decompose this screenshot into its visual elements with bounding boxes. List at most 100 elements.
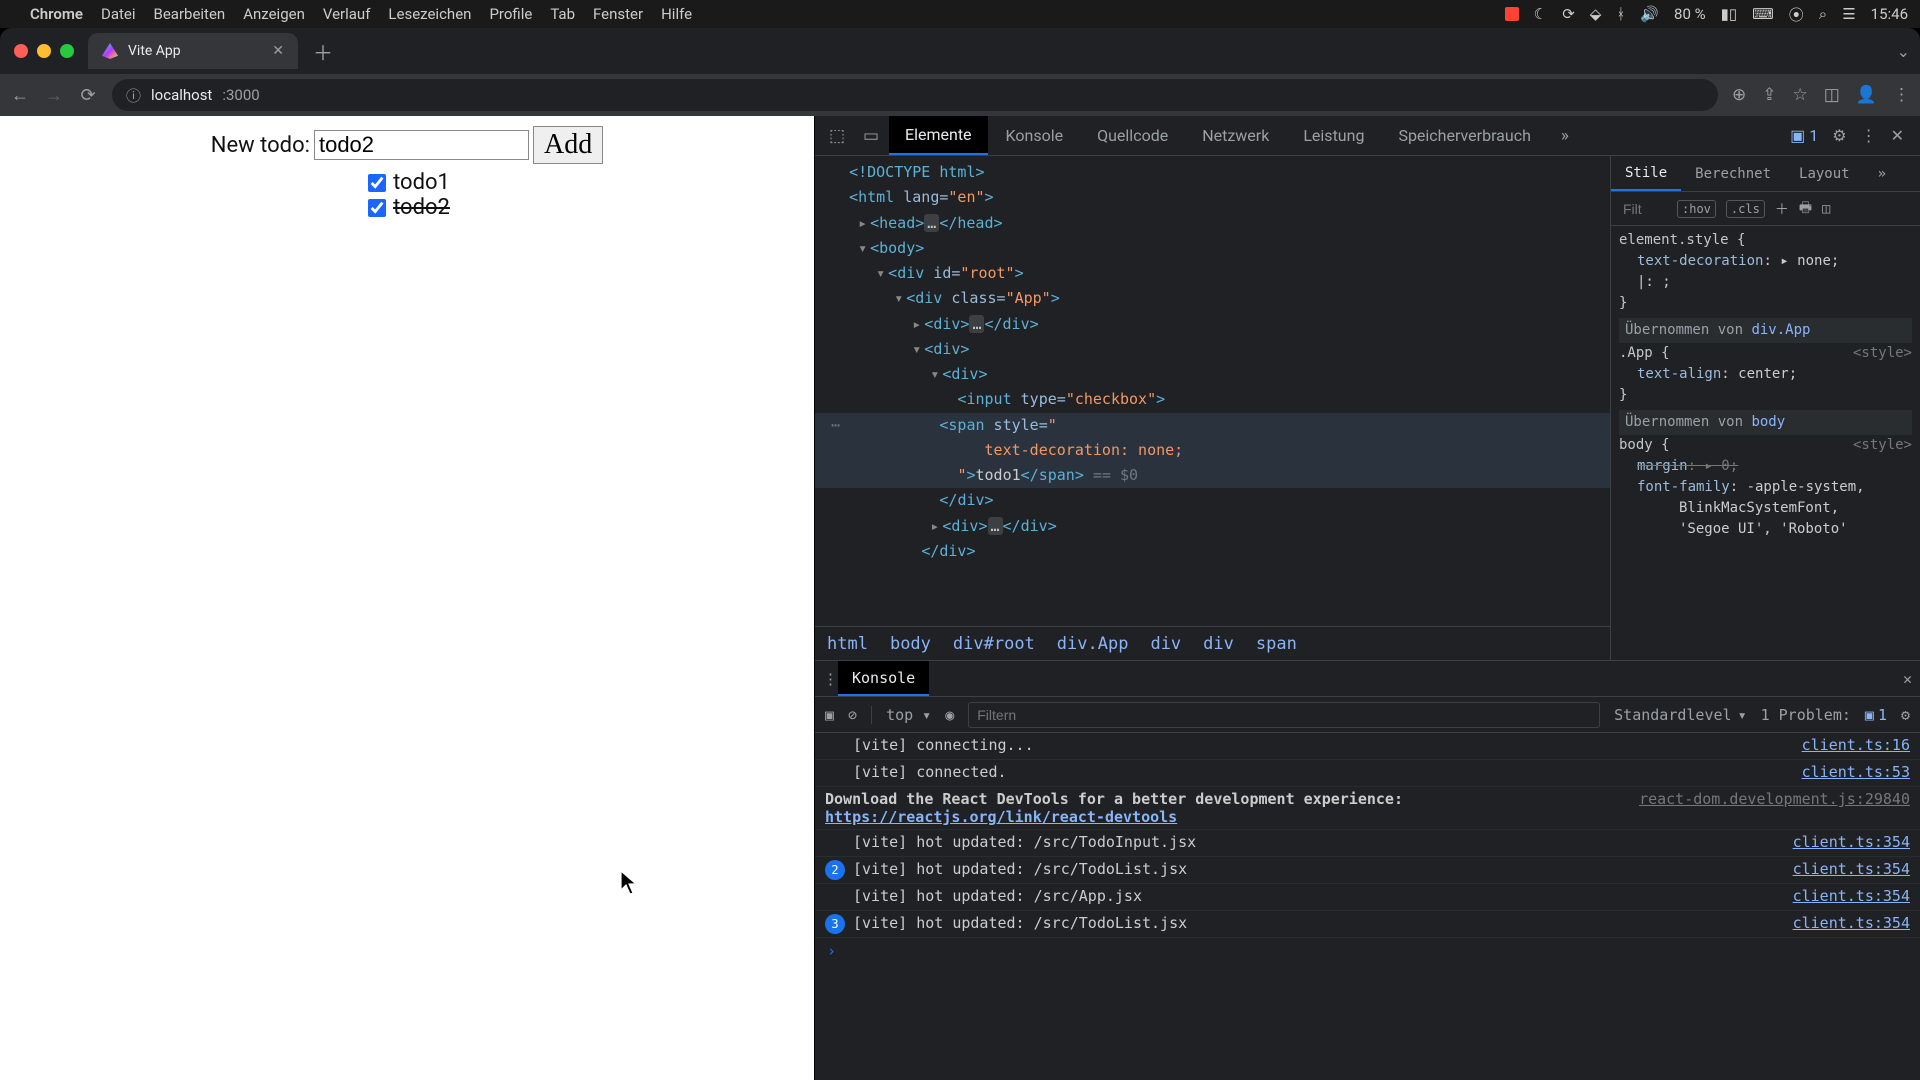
add-button[interactable]: Add <box>533 126 603 164</box>
menu-fenster[interactable]: Fenster <box>593 5 643 23</box>
window-zoom-button[interactable] <box>60 44 74 58</box>
tab-title: Vite App <box>128 43 181 59</box>
drawer-close-icon[interactable]: ✕ <box>1903 670 1912 688</box>
styles-tab-berechnet[interactable]: Berechnet <box>1681 156 1785 191</box>
window-minimize-button[interactable] <box>37 44 51 58</box>
tab-elemente[interactable]: Elemente <box>889 116 988 155</box>
reload-button[interactable]: ⟳ <box>78 85 98 106</box>
console-filter-input[interactable] <box>968 702 1600 728</box>
crumb[interactable]: body <box>890 634 931 654</box>
styles-rules[interactable]: element.style { text-decoration: ▸ none;… <box>1611 226 1920 544</box>
new-style-rule-icon[interactable]: ＋ <box>1775 199 1789 219</box>
tab-quellcode[interactable]: Quellcode <box>1081 116 1184 155</box>
react-devtools-link[interactable]: https://reactjs.org/link/react-devtools <box>825 808 1177 826</box>
console-prompt[interactable]: › <box>815 938 1920 964</box>
new-todo-input[interactable] <box>314 130 529 160</box>
menu-lesezeichen[interactable]: Lesezeichen <box>388 5 471 23</box>
tab-leistung[interactable]: Leistung <box>1287 116 1380 155</box>
print-emulation-icon[interactable]: 🖶 <box>1799 197 1812 221</box>
devtools-menu-icon[interactable]: ⋮ <box>1861 126 1877 145</box>
control-center-icon[interactable]: ☰ <box>1842 5 1855 23</box>
devtools-panel: ⬚ ▭ Elemente Konsole Quellcode Netzwerk … <box>814 116 1920 1080</box>
console-output[interactable]: 0[vite] connecting...client.ts:16 0[vite… <box>815 733 1920 1080</box>
chrome-window: Vite App ✕ ＋ ⌄ ← → ⟳ ⓘ localhost:3000 ⊕ … <box>0 28 1920 1080</box>
address-bar[interactable]: ⓘ localhost:3000 <box>112 79 1718 111</box>
todo-text: todo1 <box>393 170 450 195</box>
tab-konsole[interactable]: Konsole <box>990 116 1080 155</box>
back-button[interactable]: ← <box>10 85 30 106</box>
url-port: :3000 <box>222 86 259 104</box>
battery-icon[interactable]: ▮▯ <box>1721 5 1738 23</box>
window-close-button[interactable] <box>14 44 28 58</box>
device-toggle-icon[interactable]: ▭ <box>855 126 887 146</box>
clear-console-icon[interactable]: ⊘ <box>848 706 857 724</box>
styles-tab-stile[interactable]: Stile <box>1611 156 1681 191</box>
tab-overflow-button[interactable]: ⌄ <box>1897 42 1910 61</box>
browser-tab[interactable]: Vite App ✕ <box>88 33 298 69</box>
drawer-tab-konsole[interactable]: Konsole <box>838 661 929 696</box>
sync-icon[interactable]: ⟳ <box>1562 5 1575 23</box>
console-sidebar-toggle-icon[interactable]: ▣ <box>825 706 834 724</box>
problems-badge[interactable]: ▣ 1 <box>1865 706 1887 724</box>
sidepanel-icon[interactable]: ◫ <box>1824 85 1840 105</box>
tab-close-button[interactable]: ✕ <box>272 43 284 59</box>
site-info-icon[interactable]: ⓘ <box>126 85 141 106</box>
menu-verlauf[interactable]: Verlauf <box>323 5 371 23</box>
tab-speicher[interactable]: Speicherverbrauch <box>1382 116 1546 155</box>
todo-item: todo1 <box>364 170 450 195</box>
volume-icon[interactable]: 🔊 <box>1640 5 1659 23</box>
crumb[interactable]: html <box>827 634 868 654</box>
bluetooth-icon[interactable]: ᚼ <box>1616 5 1625 23</box>
keyboard-icon[interactable]: ⌨ <box>1752 5 1774 23</box>
favicon-icon <box>102 43 118 59</box>
recording-icon[interactable] <box>1505 7 1519 21</box>
menu-anzeigen[interactable]: Anzeigen <box>243 5 305 23</box>
dom-tree[interactable]: <!DOCTYPE html> <html lang="en"> ▸<head>… <box>815 156 1610 626</box>
settings-icon[interactable]: ⚙ <box>1832 126 1846 145</box>
drawer-menu-icon[interactable]: ⋮ <box>823 670 838 688</box>
crumb[interactable]: span <box>1256 634 1297 654</box>
forward-button[interactable]: → <box>44 85 64 106</box>
menu-tab[interactable]: Tab <box>550 5 575 23</box>
tab-netzwerk[interactable]: Netzwerk <box>1186 116 1285 155</box>
crumb[interactable]: div.App <box>1057 634 1129 654</box>
active-app-name[interactable]: Chrome <box>30 5 83 23</box>
todo-checkbox[interactable] <box>368 174 386 192</box>
inspect-icon[interactable]: ⬚ <box>821 126 853 146</box>
styles-filter-input[interactable] <box>1621 200 1667 218</box>
spotlight-icon[interactable]: ⌕ <box>1819 5 1827 23</box>
share-icon[interactable]: ⇪ <box>1762 85 1776 105</box>
battery-percent[interactable]: 80 % <box>1674 5 1706 23</box>
styles-tab-layout[interactable]: Layout <box>1785 156 1864 191</box>
console-settings-icon[interactable]: ⚙ <box>1901 706 1910 724</box>
computed-toggle-icon[interactable]: ◫ <box>1822 201 1830 217</box>
todo-list: todo1 todo2 <box>364 170 450 220</box>
menu-hilfe[interactable]: Hilfe <box>661 5 692 23</box>
chrome-menu-button[interactable]: ⋮ <box>1893 85 1910 105</box>
do-not-disturb-icon[interactable]: ☾ <box>1534 5 1547 23</box>
menu-datei[interactable]: Datei <box>101 5 136 23</box>
tabs-overflow-icon[interactable]: » <box>1549 126 1581 146</box>
dom-breadcrumbs[interactable]: html body div#root div.App div div span <box>815 626 1610 660</box>
crumb[interactable]: div#root <box>953 634 1035 654</box>
live-expression-icon[interactable]: ◉ <box>945 706 954 724</box>
cls-toggle[interactable]: .cls <box>1726 200 1765 218</box>
zoom-icon[interactable]: ⊕ <box>1732 85 1746 105</box>
hov-toggle[interactable]: :hov <box>1677 200 1716 218</box>
crumb[interactable]: div <box>1203 634 1234 654</box>
profile-icon[interactable]: 👤 <box>1856 85 1877 105</box>
menu-profile[interactable]: Profile <box>489 5 532 23</box>
issues-badge[interactable]: ▣ 1 <box>1790 126 1818 145</box>
context-selector[interactable]: top ▾ <box>886 706 931 724</box>
bookmark-icon[interactable]: ☆ <box>1793 85 1808 105</box>
todo-checkbox[interactable] <box>368 199 386 217</box>
log-level-selector[interactable]: Standardlevel ▾ <box>1614 706 1746 724</box>
wifi-icon[interactable]: ⦿ <box>1789 4 1804 25</box>
dropbox-icon[interactable]: ⬙ <box>1590 5 1602 23</box>
clock[interactable]: 15:46 <box>1871 5 1908 23</box>
devtools-close-icon[interactable]: ✕ <box>1891 126 1904 145</box>
menu-bearbeiten[interactable]: Bearbeiten <box>153 5 225 23</box>
styles-tabs-overflow[interactable]: » <box>1864 156 1900 191</box>
crumb[interactable]: div <box>1150 634 1181 654</box>
new-tab-button[interactable]: ＋ <box>308 36 338 66</box>
